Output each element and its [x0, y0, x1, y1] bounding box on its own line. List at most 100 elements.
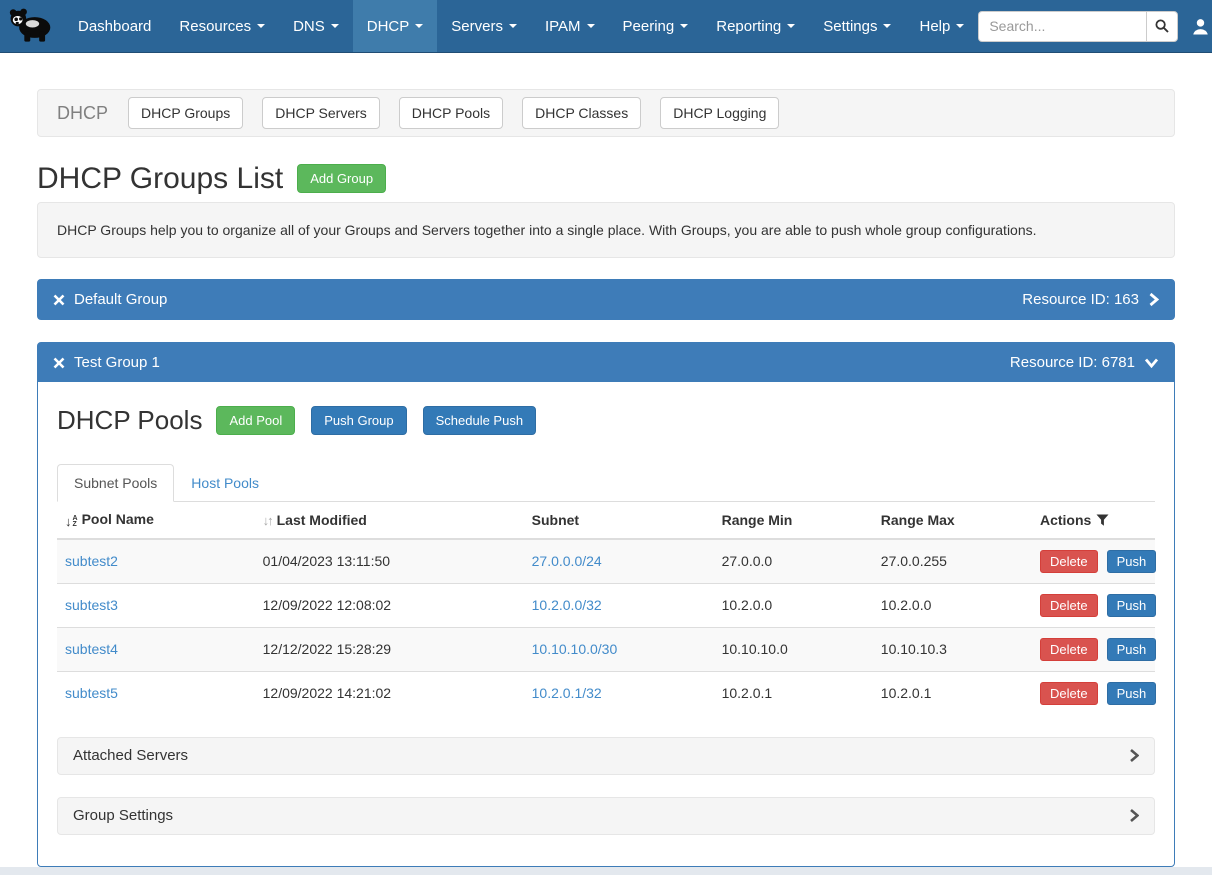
- nav-item-dns[interactable]: DNS: [279, 0, 353, 52]
- push-button[interactable]: Push: [1107, 682, 1157, 705]
- col-header-subnet[interactable]: Subnet: [524, 502, 714, 539]
- nav-item-label: Settings: [823, 18, 877, 35]
- sort-alpha-desc-icon: ↓AZ: [65, 516, 78, 529]
- pool-name-link[interactable]: subtest2: [65, 553, 118, 569]
- nav-item-label: DHCP: [367, 18, 410, 35]
- nav-item-dhcp[interactable]: DHCP: [353, 0, 438, 52]
- push-button[interactable]: Push: [1107, 550, 1157, 573]
- push-button[interactable]: Push: [1107, 638, 1157, 661]
- range-max-cell: 10.10.10.3: [873, 627, 1032, 671]
- delete-button[interactable]: Delete: [1040, 638, 1098, 661]
- push-button[interactable]: Push: [1107, 594, 1157, 617]
- nav-item-dashboard[interactable]: Dashboard: [64, 0, 165, 52]
- delete-group-x-icon[interactable]: [53, 294, 65, 306]
- attached-servers-label: Attached Servers: [73, 747, 188, 764]
- nav-item-label: DNS: [293, 18, 325, 35]
- page-description: DHCP Groups help you to organize all of …: [37, 202, 1175, 258]
- chevron-right-icon: [1148, 292, 1159, 307]
- group-settings-panel[interactable]: Group Settings: [57, 797, 1155, 835]
- nav-item-reporting[interactable]: Reporting: [702, 0, 809, 52]
- nav-menu: Dashboard Resources DNS DHCP Servers IPA…: [64, 0, 978, 52]
- pool-tabs: Subnet Pools Host Pools: [57, 464, 1155, 502]
- subnet-link[interactable]: 10.2.0.1/32: [532, 685, 602, 701]
- range-min-cell: 10.2.0.1: [714, 671, 873, 715]
- filter-icon: [1096, 514, 1109, 526]
- group-panel-body: DHCP Pools Add Pool Push Group Schedule …: [38, 402, 1174, 866]
- search-input[interactable]: [978, 11, 1146, 42]
- range-max-cell: 10.2.0.0: [873, 583, 1032, 627]
- dhcp-classes-button[interactable]: DHCP Classes: [522, 97, 641, 129]
- nav-item-help[interactable]: Help: [905, 0, 978, 52]
- table-row: subtest5 12/09/2022 14:21:02 10.2.0.1/32…: [57, 671, 1155, 715]
- attached-servers-panel[interactable]: Attached Servers: [57, 737, 1155, 775]
- page-head: DHCP Groups List Add Group: [37, 161, 1175, 196]
- delete-group-x-icon[interactable]: [53, 357, 65, 369]
- dhcp-logging-button[interactable]: DHCP Logging: [660, 97, 779, 129]
- table-row: subtest4 12/12/2022 15:28:29 10.10.10.0/…: [57, 627, 1155, 671]
- group-panel-test-group-1: Test Group 1 Resource ID: 6781 DHCP Pool…: [37, 342, 1175, 867]
- nav-item-servers[interactable]: Servers: [437, 0, 531, 52]
- nav-item-resources[interactable]: Resources: [165, 0, 279, 52]
- caret-down-icon: [415, 24, 423, 28]
- table-row: subtest2 01/04/2023 13:11:50 27.0.0.0/24…: [57, 539, 1155, 584]
- push-group-button[interactable]: Push Group: [311, 406, 406, 435]
- pools-head: DHCP Pools Add Pool Push Group Schedule …: [57, 402, 1155, 438]
- group-name: Test Group 1: [74, 354, 160, 371]
- search-group: [978, 11, 1178, 42]
- range-max-cell: 27.0.0.255: [873, 539, 1032, 584]
- chevron-down-icon: [1144, 357, 1159, 368]
- caret-down-icon: [787, 24, 795, 28]
- add-pool-button[interactable]: Add Pool: [216, 406, 295, 435]
- chevron-right-icon: [1129, 748, 1139, 763]
- col-header-range-max[interactable]: Range Max: [873, 502, 1032, 539]
- caret-down-icon: [331, 24, 339, 28]
- sort-icon: ↓↑: [263, 513, 272, 528]
- col-header-actions[interactable]: Actions: [1032, 502, 1155, 539]
- dhcp-subnav: DHCP DHCP Groups DHCP Servers DHCP Pools…: [37, 89, 1175, 137]
- panda-logo[interactable]: [0, 0, 64, 52]
- panda-logo-icon: [8, 7, 54, 45]
- nav-item-label: Dashboard: [78, 18, 151, 35]
- subnet-link[interactable]: 10.10.10.0/30: [532, 641, 618, 657]
- chevron-right-icon: [1129, 808, 1139, 823]
- group-heading-default[interactable]: Default Group Resource ID: 163: [38, 280, 1174, 319]
- nav-item-peering[interactable]: Peering: [609, 0, 703, 52]
- nav-item-ipam[interactable]: IPAM: [531, 0, 609, 52]
- search-button[interactable]: [1146, 11, 1178, 42]
- pool-name-link[interactable]: subtest4: [65, 641, 118, 657]
- subnav-title: DHCP: [57, 103, 108, 124]
- dhcp-groups-button[interactable]: DHCP Groups: [128, 97, 243, 129]
- subnet-link[interactable]: 10.2.0.0/32: [532, 597, 602, 613]
- user-icon: [1192, 18, 1209, 35]
- col-header-pool-name[interactable]: ↓AZPool Name: [57, 502, 255, 539]
- tab-host-pools[interactable]: Host Pools: [174, 464, 276, 502]
- add-group-button[interactable]: Add Group: [297, 164, 386, 193]
- delete-button[interactable]: Delete: [1040, 594, 1098, 617]
- pool-name-link[interactable]: subtest3: [65, 597, 118, 613]
- caret-down-icon: [257, 24, 265, 28]
- page-title: DHCP Groups List: [37, 161, 283, 196]
- range-min-cell: 27.0.0.0: [714, 539, 873, 584]
- caret-down-icon: [956, 24, 964, 28]
- main-wrapper: Dashboard Resources DNS DHCP Servers IPA…: [0, 0, 1212, 867]
- nav-item-label: Resources: [179, 18, 251, 35]
- last-modified-cell: 12/09/2022 12:08:02: [255, 583, 524, 627]
- col-header-range-min[interactable]: Range Min: [714, 502, 873, 539]
- search-icon: [1155, 19, 1169, 33]
- caret-down-icon: [587, 24, 595, 28]
- delete-button[interactable]: Delete: [1040, 550, 1098, 573]
- group-heading-test-group-1[interactable]: Test Group 1 Resource ID: 6781: [38, 343, 1174, 382]
- range-max-cell: 10.2.0.1: [873, 671, 1032, 715]
- dhcp-servers-button[interactable]: DHCP Servers: [262, 97, 380, 129]
- tab-subnet-pools[interactable]: Subnet Pools: [57, 464, 174, 502]
- pool-name-link[interactable]: subtest5: [65, 685, 118, 701]
- user-menu[interactable]: [1192, 18, 1212, 35]
- nav-item-settings[interactable]: Settings: [809, 0, 905, 52]
- range-min-cell: 10.2.0.0: [714, 583, 873, 627]
- dhcp-pools-button[interactable]: DHCP Pools: [399, 97, 503, 129]
- col-header-last-modified[interactable]: ↓↑Last Modified: [255, 502, 524, 539]
- resource-id: Resource ID: 163: [1022, 291, 1139, 308]
- schedule-push-button[interactable]: Schedule Push: [423, 406, 536, 435]
- subnet-link[interactable]: 27.0.0.0/24: [532, 553, 602, 569]
- delete-button[interactable]: Delete: [1040, 682, 1098, 705]
